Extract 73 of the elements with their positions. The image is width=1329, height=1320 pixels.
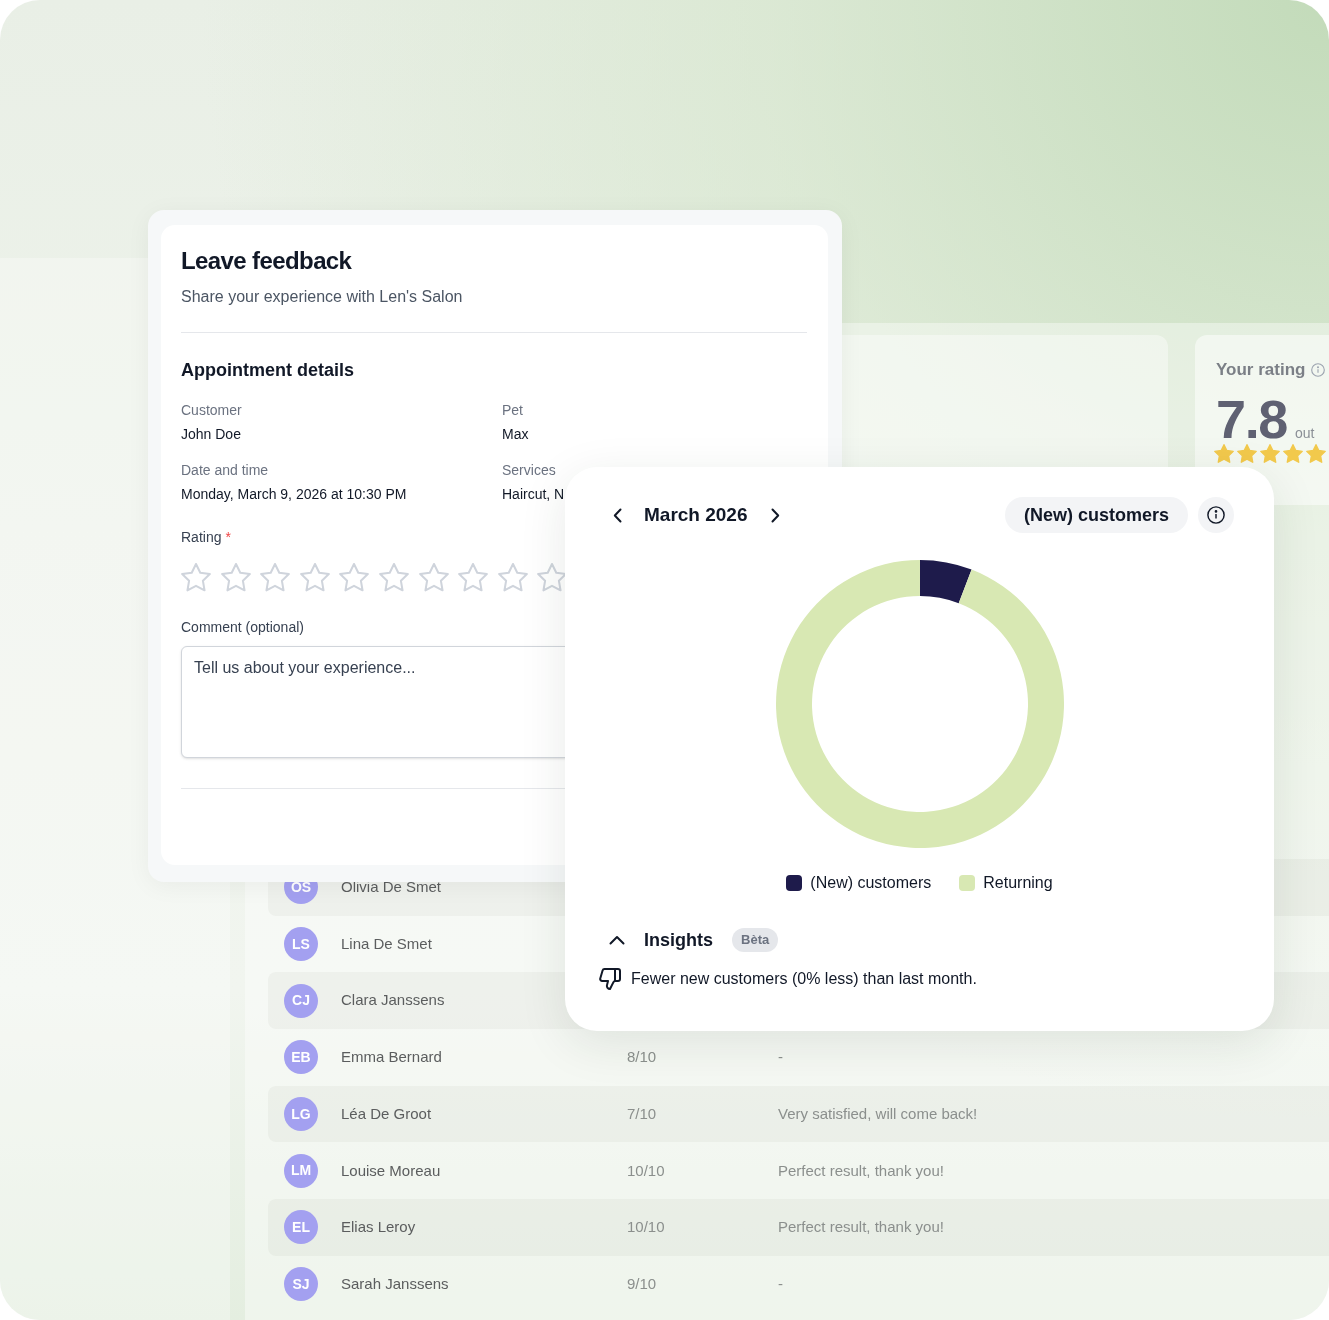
- star-icon[interactable]: [260, 563, 291, 592]
- rating-scale-text: out: [1295, 424, 1315, 443]
- customer-name: Elias Leroy: [341, 1217, 416, 1238]
- avatar: CJ: [284, 983, 318, 1018]
- score-text: 8/10: [627, 1047, 657, 1068]
- insight-text: Fewer new customers (0% less) than last month.: [631, 969, 977, 989]
- required-marker: *: [225, 528, 231, 547]
- customer-name: Lina De Smet: [341, 933, 432, 954]
- insights-title: Insights: [644, 928, 713, 952]
- score-text: 10/10: [627, 1160, 665, 1181]
- avatar: EB: [284, 1040, 318, 1075]
- star-icon: [1260, 444, 1280, 463]
- chevron-right-icon[interactable]: [770, 507, 780, 523]
- avatar: LM: [284, 1153, 318, 1188]
- field-value: Haircut, N: [502, 485, 565, 504]
- field-value: Monday, March 9, 2026 at 10:30 PM: [181, 485, 407, 504]
- metric-button[interactable]: (New) customers: [1004, 497, 1188, 533]
- comment-text: Perfect result, thank you!: [778, 1217, 944, 1238]
- legend-label: Returning: [983, 873, 1053, 893]
- chevron-left-icon[interactable]: [613, 507, 622, 523]
- star-icon[interactable]: [418, 563, 449, 592]
- field-label: Rating: [181, 528, 222, 547]
- new-customers-slice: [919, 560, 972, 604]
- rating-value: 7.8: [1216, 392, 1288, 446]
- chevron-up-icon[interactable]: [609, 935, 625, 945]
- avatar: EL: [284, 1210, 318, 1245]
- thumbs-down-icon: [599, 968, 621, 990]
- avatar: SJ: [284, 1267, 318, 1302]
- customer-name: Emma Bernard: [341, 1047, 442, 1068]
- avatar: LS: [284, 927, 318, 962]
- star-icon: [1283, 444, 1303, 463]
- star-rating[interactable]: [181, 563, 568, 592]
- info-icon: [1207, 506, 1225, 524]
- customer-name: Louise Moreau: [341, 1160, 441, 1181]
- section-title: Appointment details: [181, 359, 354, 382]
- comment-text: -: [778, 1273, 783, 1294]
- field-value: John Doe: [181, 425, 241, 444]
- star-icon[interactable]: [299, 563, 330, 592]
- field-label: Comment (optional): [181, 617, 304, 637]
- avatar: LG: [284, 1097, 318, 1132]
- field-label: Pet: [502, 401, 523, 420]
- customer-name: Léa De Groot: [341, 1103, 432, 1124]
- star-icon[interactable]: [537, 563, 568, 592]
- legend-label: (New) customers: [810, 873, 932, 893]
- star-icon[interactable]: [220, 563, 251, 592]
- comment-text: Perfect result, thank you!: [778, 1160, 944, 1181]
- star-icon[interactable]: [458, 563, 489, 592]
- dialog-title: Leave feedback: [181, 246, 352, 276]
- customer-name: Olivia De Smet: [341, 877, 442, 898]
- field-label: Services: [502, 461, 556, 480]
- star-icon[interactable]: [339, 563, 370, 592]
- star-icon[interactable]: [497, 563, 528, 592]
- star-icon: [1214, 444, 1234, 463]
- star-icon: [1237, 444, 1257, 463]
- info-icon[interactable]: [1311, 363, 1326, 377]
- beta-badge: Bèta: [732, 928, 779, 952]
- customer-name: Sarah Janssens: [341, 1273, 449, 1294]
- customer-name: Clara Janssens: [341, 990, 445, 1011]
- field-label: Customer: [181, 401, 242, 420]
- comment-text: -: [778, 1047, 783, 1068]
- info-button[interactable]: [1198, 497, 1234, 533]
- rating-title: Your rating: [1216, 359, 1306, 381]
- star-icon[interactable]: [378, 563, 409, 592]
- score-text: 9/10: [627, 1273, 657, 1294]
- dialog-subtitle: Share your experience with Len's Salon: [181, 287, 463, 307]
- field-label: Date and time: [181, 461, 269, 480]
- score-text: 10/10: [627, 1217, 665, 1238]
- score-text: 7/10: [627, 1103, 657, 1124]
- star-icon: [1306, 444, 1326, 463]
- comment-text: Very satisfied, will come back!: [778, 1103, 978, 1124]
- star-icon[interactable]: [181, 563, 211, 592]
- month-label: March 2026: [644, 502, 748, 527]
- field-value: Max: [502, 425, 529, 444]
